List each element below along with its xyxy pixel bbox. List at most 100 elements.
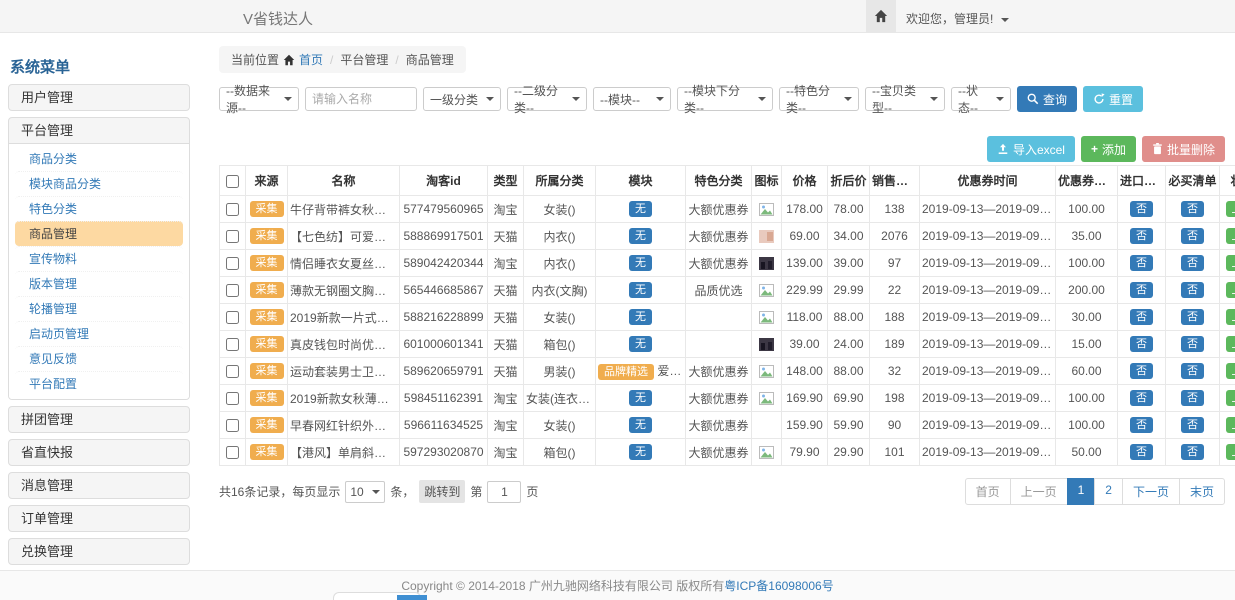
level2-category-select[interactable]: --二级分类-- [507, 87, 587, 111]
breadcrumb-home-link[interactable]: 首页 [299, 51, 323, 68]
sidebar-item-feature-category[interactable]: 特色分类 [15, 196, 183, 221]
per-page-select[interactable]: 10 [345, 481, 385, 503]
taoke-id-cell: 597293020870 [400, 439, 488, 466]
status-badge[interactable]: 上架 [1226, 255, 1235, 271]
sidebar-item-message-management[interactable]: 消息管理 [9, 473, 189, 498]
batch-delete-button[interactable]: 批量删除 [1142, 136, 1225, 162]
must-buy-toggle[interactable]: 否 [1181, 309, 1204, 325]
module-cell: 无 [596, 223, 686, 250]
status-badge[interactable]: 上架 [1226, 390, 1235, 406]
sidebar-item-feedback[interactable]: 意见反馈 [15, 346, 183, 371]
must-buy-cell: 否 [1166, 304, 1220, 331]
user-menu[interactable]: 欢迎您，管理员! [906, 10, 1009, 27]
import-excel-button[interactable]: 导入excel [987, 136, 1075, 162]
sidebar-item-saving-express[interactable]: 省直快报 [9, 440, 189, 465]
imported-toggle[interactable]: 否 [1130, 363, 1153, 379]
page-number-input[interactable] [487, 481, 521, 503]
sidebar-item-exchange-management[interactable]: 兑换管理 [9, 539, 189, 564]
row-checkbox[interactable] [226, 230, 239, 243]
module-badge[interactable]: 品牌精选 [598, 364, 654, 380]
module-badge[interactable]: 无 [629, 201, 652, 217]
status-badge[interactable]: 上架 [1226, 336, 1235, 352]
imported-toggle[interactable]: 否 [1130, 417, 1153, 433]
imported-toggle[interactable]: 否 [1130, 336, 1153, 352]
row-checkbox[interactable] [226, 311, 239, 324]
imported-toggle[interactable]: 否 [1130, 390, 1153, 406]
sidebar-item-group-buy-management[interactable]: 拼团管理 [9, 407, 189, 432]
select-all-checkbox[interactable] [226, 175, 239, 188]
sidebar-item-promo-material[interactable]: 宣传物料 [15, 246, 183, 271]
sidebar-item-order-management[interactable]: 订单管理 [9, 506, 189, 531]
status-select[interactable]: --状态-- [951, 87, 1011, 111]
status-badge[interactable]: 上架 [1226, 201, 1235, 217]
breadcrumb-item: 平台管理 [340, 51, 388, 68]
module-badge[interactable]: 无 [629, 336, 652, 352]
module-sub-category-select[interactable]: --模块下分类-- [677, 87, 773, 111]
row-checkbox[interactable] [226, 338, 239, 351]
imported-toggle[interactable]: 否 [1130, 282, 1153, 298]
icp-link[interactable]: 粤ICP备16098006号 [724, 577, 833, 594]
must-buy-toggle[interactable]: 否 [1181, 390, 1204, 406]
row-checkbox[interactable] [226, 446, 239, 459]
module-badge[interactable]: 无 [629, 444, 652, 460]
imported-toggle[interactable]: 否 [1130, 255, 1153, 271]
module-badge[interactable]: 无 [629, 309, 652, 325]
imported-toggle[interactable]: 否 [1130, 444, 1153, 460]
source-badge: 采集 [250, 255, 284, 271]
sidebar-item-product-management[interactable]: 商品管理 [15, 221, 183, 246]
must-buy-toggle[interactable]: 否 [1181, 417, 1204, 433]
level1-category-select[interactable]: 一级分类 [423, 87, 501, 111]
feature-category-select[interactable]: --特色分类-- [779, 87, 859, 111]
module-select[interactable]: --模块-- [593, 87, 671, 111]
status-badge[interactable]: 上架 [1226, 282, 1235, 298]
data-source-select[interactable]: --数据来源-- [219, 87, 299, 111]
sidebar-item-user-management[interactable]: 用户管理 [9, 85, 189, 110]
reset-button[interactable]: 重置 [1083, 86, 1143, 112]
module-badge[interactable]: 无 [629, 390, 652, 406]
row-checkbox[interactable] [226, 392, 239, 405]
name-keyword-input[interactable] [305, 87, 417, 111]
must-buy-toggle[interactable]: 否 [1181, 255, 1204, 271]
must-buy-toggle[interactable]: 否 [1181, 444, 1204, 460]
sidebar-item-version-management[interactable]: 版本管理 [15, 271, 183, 296]
sidebar-item-platform-config[interactable]: 平台配置 [15, 371, 183, 396]
status-badge[interactable]: 上架 [1226, 228, 1235, 244]
sidebar-item-platform-management[interactable]: 平台管理 [9, 118, 189, 143]
sidebar-item-carousel-management[interactable]: 轮播管理 [15, 296, 183, 321]
imported-toggle[interactable]: 否 [1130, 309, 1153, 325]
sidebar-item-product-category[interactable]: 商品分类 [15, 147, 183, 171]
status-badge[interactable]: 上架 [1226, 309, 1235, 325]
page-button-3[interactable]: 1 [1067, 478, 1096, 505]
page-button-2[interactable]: 上一页 [1010, 478, 1068, 505]
add-button[interactable]: + 添加 [1081, 136, 1136, 162]
page-button-1[interactable]: 首页 [965, 478, 1011, 505]
item-type-select[interactable]: --宝贝类型-- [865, 87, 945, 111]
module-badge[interactable]: 无 [629, 255, 652, 271]
must-buy-toggle[interactable]: 否 [1181, 282, 1204, 298]
home-button[interactable] [866, 0, 896, 32]
must-buy-toggle[interactable]: 否 [1181, 363, 1204, 379]
status-badge[interactable]: 上架 [1226, 417, 1235, 433]
imported-toggle[interactable]: 否 [1130, 228, 1153, 244]
sales-count-cell: 188 [870, 304, 920, 331]
status-badge[interactable]: 上架 [1226, 444, 1235, 460]
page-button-5[interactable]: 下一页 [1122, 478, 1180, 505]
search-button[interactable]: 查询 [1017, 86, 1077, 112]
row-checkbox[interactable] [226, 284, 239, 297]
sidebar-item-splash-page-management[interactable]: 启动页管理 [15, 321, 183, 346]
row-checkbox[interactable] [226, 257, 239, 270]
module-badge[interactable]: 无 [629, 417, 652, 433]
must-buy-toggle[interactable]: 否 [1181, 336, 1204, 352]
must-buy-toggle[interactable]: 否 [1181, 201, 1204, 217]
page-button-6[interactable]: 末页 [1179, 478, 1225, 505]
row-checkbox[interactable] [226, 365, 239, 378]
row-checkbox[interactable] [226, 419, 239, 432]
module-badge[interactable]: 无 [629, 282, 652, 298]
module-badge[interactable]: 无 [629, 228, 652, 244]
sidebar-item-module-product-category[interactable]: 模块商品分类 [15, 171, 183, 196]
status-badge[interactable]: 上架 [1226, 363, 1235, 379]
imported-toggle[interactable]: 否 [1130, 201, 1153, 217]
must-buy-toggle[interactable]: 否 [1181, 228, 1204, 244]
row-checkbox[interactable] [226, 203, 239, 216]
page-button-4[interactable]: 2 [1094, 478, 1123, 505]
